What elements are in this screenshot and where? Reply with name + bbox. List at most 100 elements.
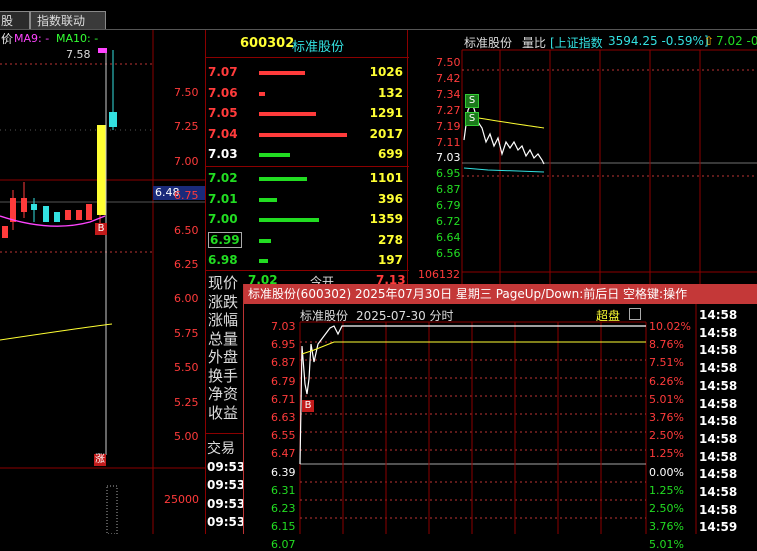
bid-volume: 197	[377, 253, 403, 267]
trade-time: 09:53	[207, 460, 246, 474]
kline-panel[interactable]: -: MA9: - MA10: - 7.58 6.48 B 涨 7.50 7.2…	[0, 30, 205, 534]
bid-volume-bar	[259, 259, 268, 263]
ask-row: 7.03 699	[207, 146, 405, 164]
tick-time: 14:58	[699, 485, 738, 499]
ask-row: 7.05 1291	[207, 105, 405, 123]
ask-price: 7.05	[208, 106, 238, 120]
ask-row: 7.07 1026	[207, 64, 405, 82]
ask-volume-bar	[259, 91, 265, 96]
popup-price-label: 7.03	[271, 320, 296, 333]
mini-intraday-panel[interactable]: 标准股份 量比 [上证指数 3594.25 -0.59%] ⇧ 7.02 -0 …	[408, 30, 757, 284]
bid-volume-bar	[259, 177, 307, 181]
bid-volume-bar	[259, 197, 277, 202]
popup-percent-label: 2.50%	[649, 502, 684, 515]
ask-volume: 2017	[369, 126, 403, 141]
max-price-label: 7.58	[66, 48, 91, 61]
mini-price-label: 6.79	[436, 199, 461, 213]
mini-price-label: 7.11	[436, 135, 461, 149]
mini-price-label: 6.95	[436, 167, 461, 181]
bid-price: 7.00	[208, 212, 238, 226]
popup-price-label: 6.63	[271, 411, 296, 424]
divider	[205, 433, 245, 434]
ask-row: 7.04 2017	[207, 126, 405, 144]
bid-price: 6.98	[208, 253, 238, 267]
popup-percent-label: 3.76%	[649, 411, 684, 424]
tick-time: 14:58	[699, 396, 738, 411]
popup-price-label: 6.87	[271, 356, 296, 370]
bid-volume: 1359	[369, 212, 403, 226]
mini-price-label: 6.64	[436, 230, 461, 244]
mini-price-label: 7.19	[436, 119, 461, 133]
popup-price-label: 6.79	[271, 374, 296, 388]
popup-price-label: 6.47	[271, 447, 296, 461]
ask-volume: 1026	[369, 65, 403, 79]
mini-price-label: 7.03	[436, 151, 461, 165]
mini-price-label: 6.56	[436, 246, 461, 260]
popup-percent-label: 3.76%	[649, 520, 684, 534]
trade-time: 09:53	[207, 496, 246, 511]
popup-price-label: 6.07	[271, 538, 296, 551]
popup-percent-label: 5.01%	[649, 392, 684, 406]
mini-price-label: 7.27	[436, 103, 461, 117]
divider	[206, 57, 409, 58]
mini-price-label: 6.72	[436, 215, 461, 228]
price-axis-label: 5.25	[174, 395, 199, 409]
tick-time: 14:58	[699, 414, 738, 429]
stock-code: 600302	[240, 36, 295, 51]
ask-price: 7.03	[208, 147, 238, 161]
bid-row: 7.01 396	[207, 191, 405, 209]
tab-index-link[interactable]: 指数联动	[30, 11, 106, 30]
ask-volume: 1291	[369, 106, 403, 120]
ask-price: 7.04	[208, 126, 238, 141]
bid-price: 7.02	[208, 171, 238, 185]
tick-time: 14:58	[699, 325, 738, 340]
tick-time: 14:58	[699, 467, 738, 482]
ask-volume: 132	[377, 85, 403, 100]
price-axis-label: 7.00	[174, 154, 199, 168]
price-axis-label: 7.50	[174, 86, 199, 99]
price-axis-label: 5.75	[174, 326, 199, 340]
popup-percent-label: 6.26%	[649, 374, 684, 388]
bid-volume-bar	[259, 218, 319, 222]
price-axis-label: 6.25	[174, 258, 199, 271]
ask-volume-bar	[259, 132, 347, 137]
popup-price-label: 6.95	[271, 338, 296, 352]
ask-volume: 699	[377, 147, 403, 161]
popup-percent-label: 1.25%	[649, 447, 684, 461]
popup-price-label: 6.15	[271, 520, 296, 534]
tab-stock-price[interactable]: 股价	[0, 11, 30, 46]
popup-percent-label: 2.50%	[649, 429, 684, 443]
mini-price-label: 7.42	[436, 71, 461, 85]
candles	[2, 48, 117, 455]
popup-percent-label: 10.02%	[649, 320, 691, 333]
trade-time: 09:53	[207, 478, 246, 493]
tick-time: 14:58	[699, 449, 738, 464]
popup-percent-label: 5.01%	[649, 538, 684, 551]
tick-time: 14:59	[699, 520, 738, 535]
ask-volume-bar	[259, 112, 316, 116]
top-bar: 股价 指数联动	[0, 0, 757, 46]
buy-marker: B	[302, 400, 314, 412]
bid-row: 6.98 197	[207, 252, 405, 270]
ask-volume-bar	[259, 71, 305, 75]
quote-stat-label: 收益	[208, 403, 239, 422]
mini-price-label: 7.34	[436, 87, 461, 101]
volume-axis-label: 25000	[164, 493, 199, 506]
stock-name: 标准股份	[292, 40, 345, 55]
bid-volume-bar	[259, 238, 271, 243]
intraday-popup-window[interactable]: 标准股份(600302) 2025年07月30日 星期三 PageUp/Down…	[243, 284, 757, 551]
price-axis-label: 5.00	[174, 430, 199, 443]
price-axis-label: 6.00	[174, 292, 199, 306]
divider	[206, 166, 409, 167]
popup-price-label: 6.31	[271, 483, 296, 497]
popup-percent-label: 0.00%	[649, 465, 684, 479]
popup-price-label: 6.23	[271, 502, 296, 515]
bid-price: 7.01	[208, 191, 238, 206]
trade-label: 交易	[207, 441, 235, 457]
sell-marker: S	[465, 94, 479, 108]
bid-row: 7.00 1359	[207, 211, 405, 229]
buy-marker: B	[95, 223, 107, 235]
popup-percent-label: 1.25%	[649, 483, 684, 497]
price-axis-label: 6.50	[174, 223, 199, 237]
ask-price: 7.06	[208, 85, 238, 100]
